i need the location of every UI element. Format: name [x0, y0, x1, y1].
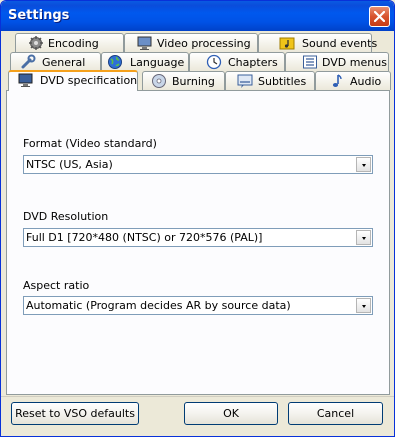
format-select[interactable]: NTSC (US, Asia) [23, 155, 373, 174]
close-icon [374, 11, 385, 22]
disc-icon [152, 74, 166, 88]
settings-window: Settings Encoding Video processing Sound [0, 0, 395, 437]
tab-burning[interactable]: Burning [142, 71, 225, 90]
tab-label: Video processing [157, 37, 251, 50]
menu-icon [303, 55, 317, 69]
tab-label: Language [130, 56, 185, 69]
window-title: Settings [8, 8, 70, 23]
resolution-label: DVD Resolution [23, 210, 109, 223]
globe-icon [108, 55, 122, 69]
wrench-icon [21, 54, 36, 69]
monitor-icon [137, 36, 152, 50]
close-button[interactable] [369, 6, 390, 27]
tab-dvd-specification[interactable]: DVD specification [8, 70, 138, 91]
format-label: Format (Video standard) [23, 137, 157, 150]
footer-divider [1, 396, 394, 397]
folder-note-icon [279, 37, 295, 50]
reset-defaults-button[interactable]: Reset to VSO defaults [11, 402, 139, 425]
aspect-value: Automatic (Program decides AR by source … [26, 299, 291, 312]
dropdown-arrow-button[interactable] [356, 157, 371, 172]
ok-button[interactable]: OK [184, 402, 278, 425]
music-note-icon [332, 74, 342, 87]
chevron-down-icon [362, 237, 366, 240]
tab-dvd-menus[interactable]: DVD menus [285, 52, 389, 71]
tab-label: General [42, 56, 86, 69]
tab-label: Chapters [228, 56, 278, 69]
clock-icon [206, 54, 222, 70]
format-value: NTSC (US, Asia) [26, 158, 113, 171]
resolution-value: Full D1 [720*480 (NTSC) or 720*576 (PAL)… [26, 231, 263, 244]
tab-label: Sound events [302, 37, 378, 50]
tab-chapters[interactable]: Chapters [189, 52, 285, 71]
tab-label: DVD menus [322, 56, 387, 69]
tab-audio[interactable]: Audio [315, 71, 391, 90]
tab-label: DVD specification [40, 74, 138, 87]
chevron-down-icon [362, 164, 366, 167]
tab-video-processing[interactable]: Video processing [124, 33, 258, 52]
tab-panel: Format (Video standard) NTSC (US, Asia) … [6, 90, 390, 395]
tab-label: Subtitles [258, 75, 307, 88]
resolution-select[interactable]: Full D1 [720*480 (NTSC) or 720*576 (PAL)… [23, 228, 373, 247]
dropdown-arrow-button[interactable] [356, 298, 371, 313]
monitor-icon [18, 73, 33, 87]
tab-label: Encoding [48, 37, 99, 50]
tab-subtitles[interactable]: Subtitles [225, 71, 315, 90]
tab-label: Audio [350, 75, 382, 88]
tab-encoding[interactable]: Encoding [15, 33, 124, 52]
tab-label: Burning [172, 75, 215, 88]
title-bar: Settings [1, 1, 394, 31]
tab-language[interactable]: Language [101, 52, 189, 71]
gear-icon [29, 36, 43, 50]
aspect-label: Aspect ratio [23, 279, 90, 292]
subtitle-icon [237, 74, 253, 88]
dropdown-arrow-button[interactable] [356, 230, 371, 245]
cancel-button[interactable]: Cancel [288, 402, 383, 425]
tab-sound-events[interactable]: Sound events [258, 33, 377, 52]
tab-general[interactable]: General [10, 52, 101, 71]
chevron-down-icon [362, 305, 366, 308]
aspect-select[interactable]: Automatic (Program decides AR by source … [23, 296, 373, 315]
